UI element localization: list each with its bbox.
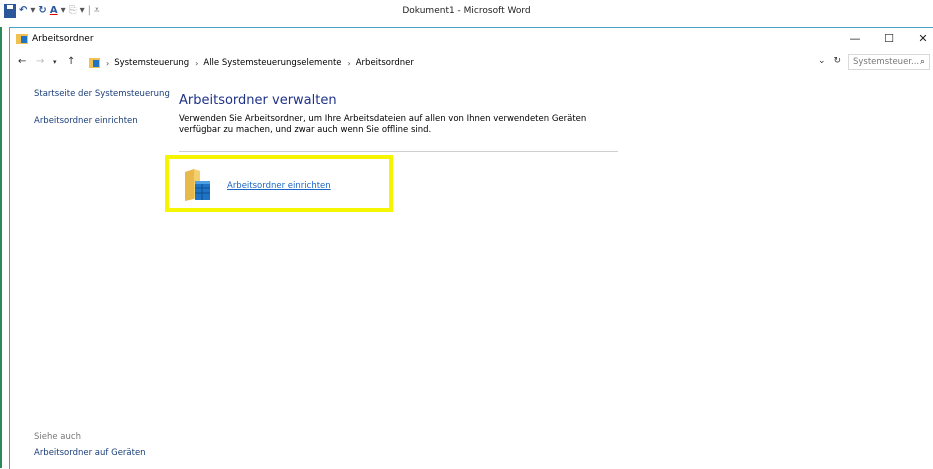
breadcrumb-alle-elemente[interactable]: Alle Systemsteuerungselemente — [203, 58, 341, 68]
window-title-bar: Arbeitsordner — ☐ ✕ — [10, 28, 933, 50]
see-also-label: Siehe auch — [34, 432, 81, 442]
control-panel-window: Arbeitsordner — ☐ ✕ ← → ▾ ↑ › Systemsteu… — [9, 27, 933, 469]
work-folders-setup-icon[interactable] — [184, 168, 212, 202]
page-description: Verwenden Sie Arbeitsordner, um Ihre Arb… — [179, 114, 587, 135]
up-icon[interactable]: ↑ — [67, 56, 75, 67]
breadcrumb-systemsteuerung[interactable]: Systemsteuerung — [114, 58, 189, 68]
address-bar[interactable]: › Systemsteuerung › Alle Systemsteuerung… — [88, 54, 842, 72]
window-title: Arbeitsordner — [32, 34, 94, 44]
breadcrumb-separator-icon[interactable]: › — [348, 59, 351, 68]
sidebar-link-setup[interactable]: Arbeitsordner einrichten — [34, 116, 138, 126]
minimize-button[interactable]: — — [838, 30, 872, 46]
address-row: ← → ▾ ↑ › Systemsteuerung › Alle Systems… — [10, 54, 933, 72]
sidebar-link-home[interactable]: Startseite der Systemsteuerung — [34, 89, 170, 99]
word-window-title: Dokument1 - Microsoft Word — [402, 6, 531, 16]
maximize-button[interactable]: ☐ — [872, 30, 906, 46]
window-controls: — ☐ ✕ — [838, 30, 933, 46]
page-title: Arbeitsordner verwalten — [179, 93, 337, 108]
search-input[interactable]: Systemsteuer... ⌕ — [848, 54, 930, 70]
word-title-bar: ↶ ▾ ↻ A ▾ ⎘ ▾ | ⩡ Dokument1 - Microsoft … — [0, 0, 933, 27]
search-placeholder: Systemsteuer... — [853, 57, 920, 67]
back-icon[interactable]: ← — [18, 56, 26, 67]
search-icon[interactable]: ⌕ — [920, 57, 925, 67]
breadcrumb-arbeitsordner[interactable]: Arbeitsordner — [356, 58, 414, 68]
breadcrumb-separator-icon[interactable]: › — [195, 59, 198, 68]
work-folders-icon — [16, 34, 28, 44]
see-also-link-devices[interactable]: Arbeitsordner auf Geräten — [34, 448, 146, 458]
refresh-icon[interactable]: ↻ — [834, 56, 842, 66]
recent-locations-icon[interactable]: ▾ — [53, 58, 57, 66]
word-accent-stripe — [0, 0, 2, 468]
control-panel-icon — [89, 58, 100, 68]
address-actions: ⌄ ↻ — [818, 56, 841, 66]
breadcrumb-separator-icon: › — [106, 58, 110, 68]
forward-icon: → — [36, 56, 45, 67]
setup-work-folders-link[interactable]: Arbeitsordner einrichten — [227, 181, 331, 191]
divider — [179, 151, 618, 152]
close-button[interactable]: ✕ — [906, 30, 933, 46]
address-dropdown-icon[interactable]: ⌄ — [818, 56, 826, 66]
